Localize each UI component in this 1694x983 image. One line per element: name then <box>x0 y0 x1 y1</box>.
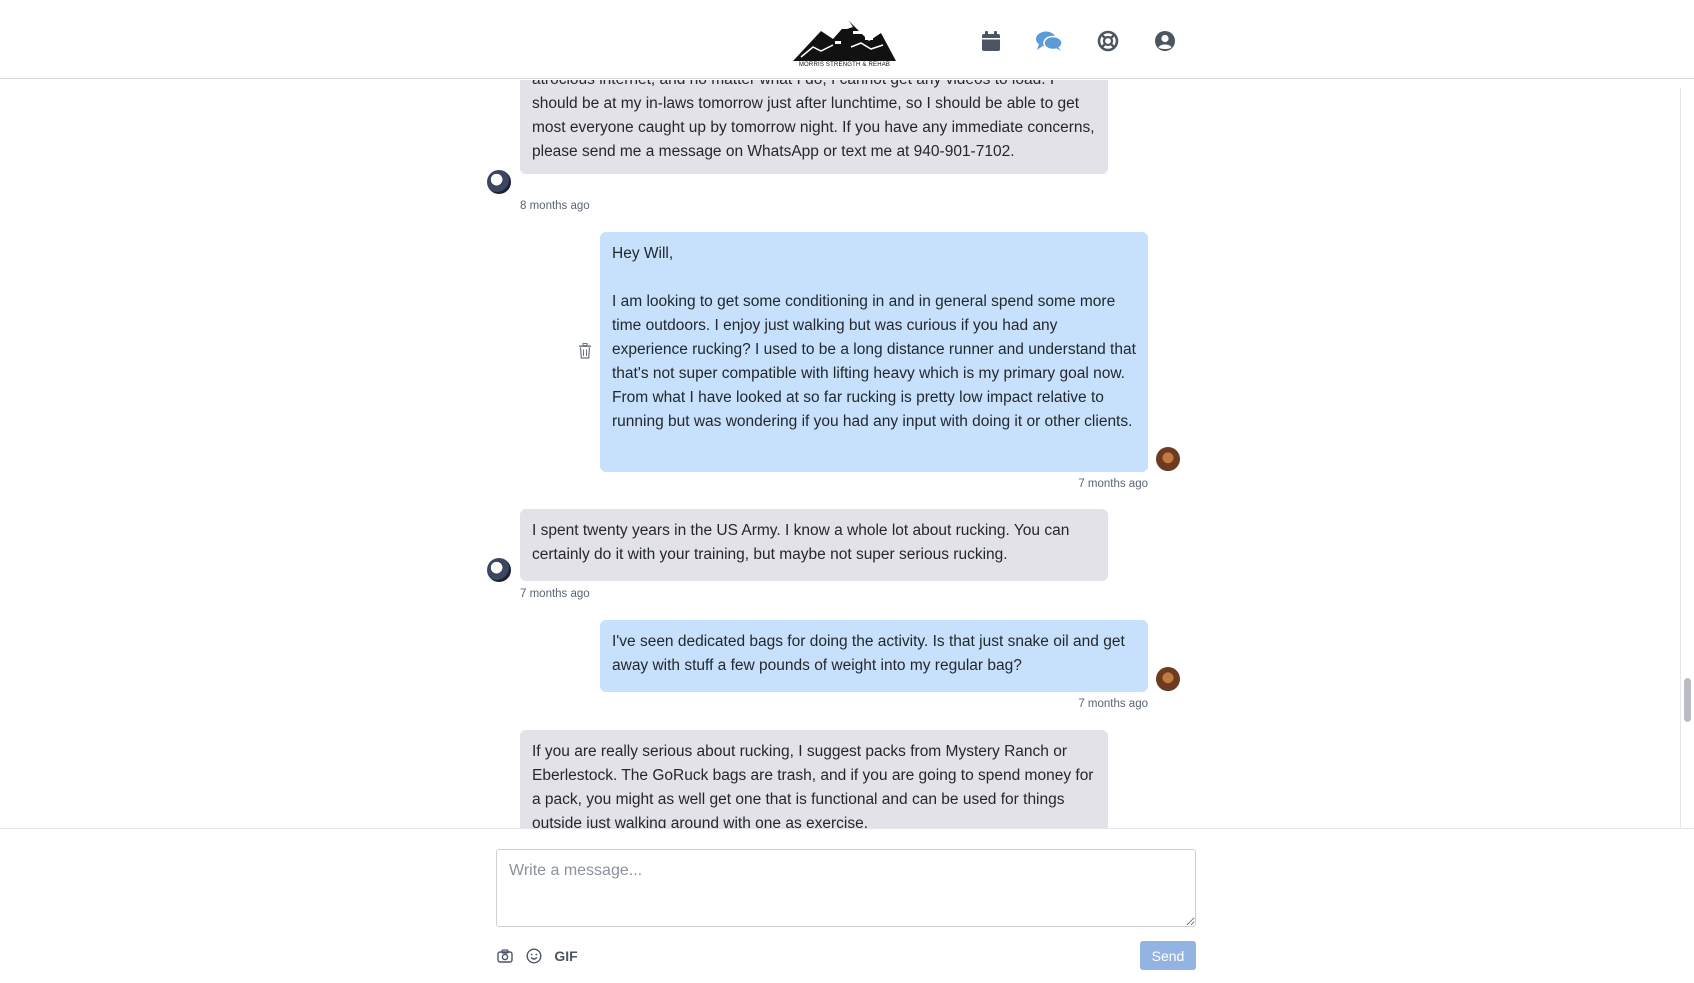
top-header: MORRIS STRENGTH & REHAB <box>0 0 1694 79</box>
message-timestamp: 7 months ago <box>520 588 590 600</box>
message-composer: GIF Send <box>0 828 1694 983</box>
emoji-icon[interactable] <box>525 945 543 967</box>
scrollbar-track <box>1680 88 1681 828</box>
camera-icon[interactable] <box>496 945 514 967</box>
message-timestamp: 8 months ago <box>520 200 590 212</box>
chat-bubbles-icon[interactable] <box>1035 27 1063 55</box>
calendar-icon[interactable] <box>977 27 1005 55</box>
gif-button[interactable]: GIF <box>554 945 578 967</box>
user-account-icon[interactable] <box>1151 27 1179 55</box>
mountain-logo-icon <box>793 21 896 61</box>
logo-caption: MORRIS STRENGTH & REHAB <box>798 62 891 68</box>
send-button[interactable]: Send <box>1140 941 1196 970</box>
message-bubble-outgoing: Hey Will, I am looking to get some condi… <box>600 232 1148 472</box>
delete-message-icon[interactable] <box>578 343 594 361</box>
scrollbar-thumb[interactable] <box>1684 678 1691 722</box>
message-bubble-incoming: If you are really serious about rucking,… <box>520 730 1108 828</box>
message-bubble-outgoing: I've seen dedicated bags for doing the a… <box>600 620 1148 692</box>
message-bubble-incoming: atrocious internet, and no matter what I… <box>520 80 1108 174</box>
support-lifebuoy-icon[interactable] <box>1094 27 1122 55</box>
message-timestamp: 7 months ago <box>1078 478 1148 490</box>
coach-avatar <box>487 558 511 582</box>
coach-avatar <box>487 170 511 194</box>
client-avatar <box>1156 667 1180 691</box>
message-timestamp: 7 months ago <box>1078 698 1148 710</box>
brand-logo[interactable]: MORRIS STRENGTH & REHAB <box>791 17 898 69</box>
client-avatar <box>1156 447 1180 471</box>
message-thread[interactable]: atrocious internet, and no matter what I… <box>0 80 1694 828</box>
message-input[interactable] <box>496 849 1196 927</box>
message-bubble-incoming: I spent twenty years in the US Army. I k… <box>520 509 1108 581</box>
